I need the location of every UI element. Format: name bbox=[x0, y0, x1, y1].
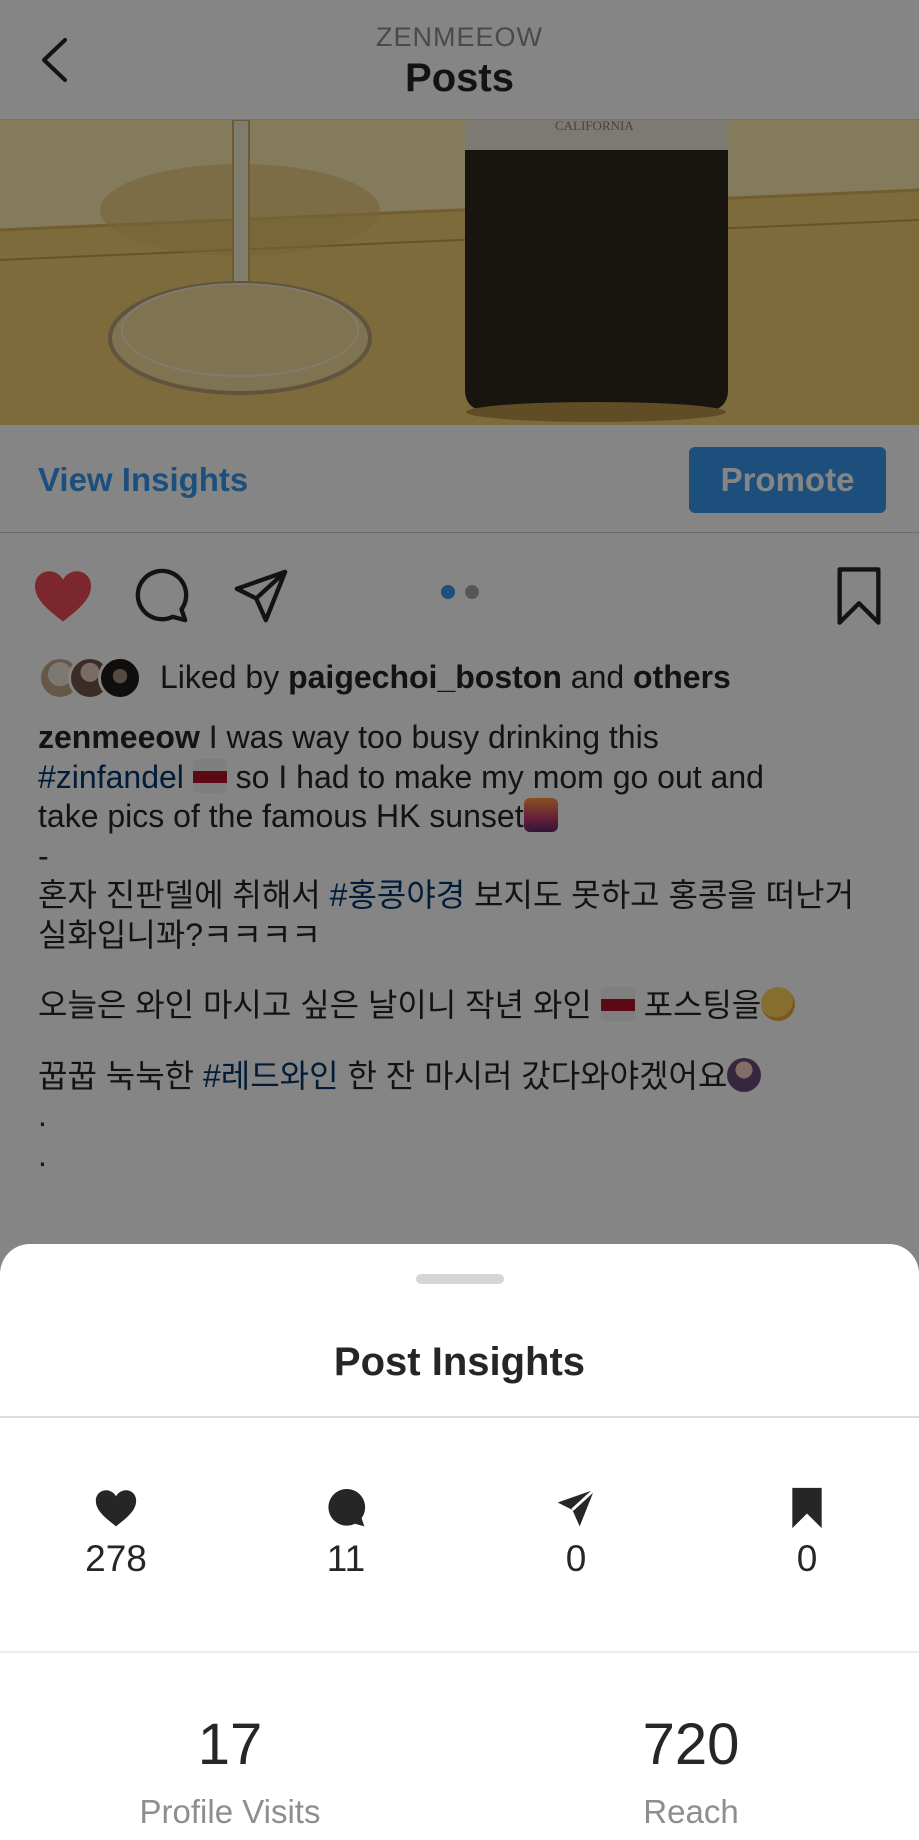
shares-count: 0 bbox=[565, 1538, 587, 1579]
profile-visits-stat: 17 Profile Visits bbox=[80, 1711, 380, 1840]
saves-metric: 0 bbox=[717, 1486, 897, 1586]
likes-count: 278 bbox=[85, 1538, 147, 1579]
heart-icon bbox=[95, 1490, 137, 1527]
profile-visits-value: 17 bbox=[197, 1712, 263, 1777]
send-icon bbox=[557, 1488, 596, 1527]
saves-count: 0 bbox=[796, 1538, 818, 1579]
shares-metric: 0 bbox=[486, 1486, 666, 1586]
profile-visits-label: Profile Visits bbox=[139, 1793, 321, 1830]
bookmark-icon bbox=[792, 1487, 822, 1529]
comment-icon bbox=[328, 1488, 366, 1527]
divider bbox=[0, 1651, 919, 1653]
sheet-grabber-handle[interactable] bbox=[416, 1274, 504, 1284]
likes-metric: 278 bbox=[26, 1486, 206, 1586]
sheet-title: Post Insights bbox=[333, 1340, 586, 1384]
reach-value: 720 bbox=[642, 1712, 740, 1777]
post-insights-sheet: Post Insights 278 11 0 0 17 Profile Visi… bbox=[0, 1244, 919, 1840]
reach-label: Reach bbox=[643, 1793, 739, 1830]
comments-count: 11 bbox=[326, 1538, 366, 1579]
comments-metric: 11 bbox=[256, 1486, 436, 1586]
reach-stat: 720 Reach bbox=[541, 1711, 841, 1840]
divider bbox=[0, 1416, 919, 1418]
